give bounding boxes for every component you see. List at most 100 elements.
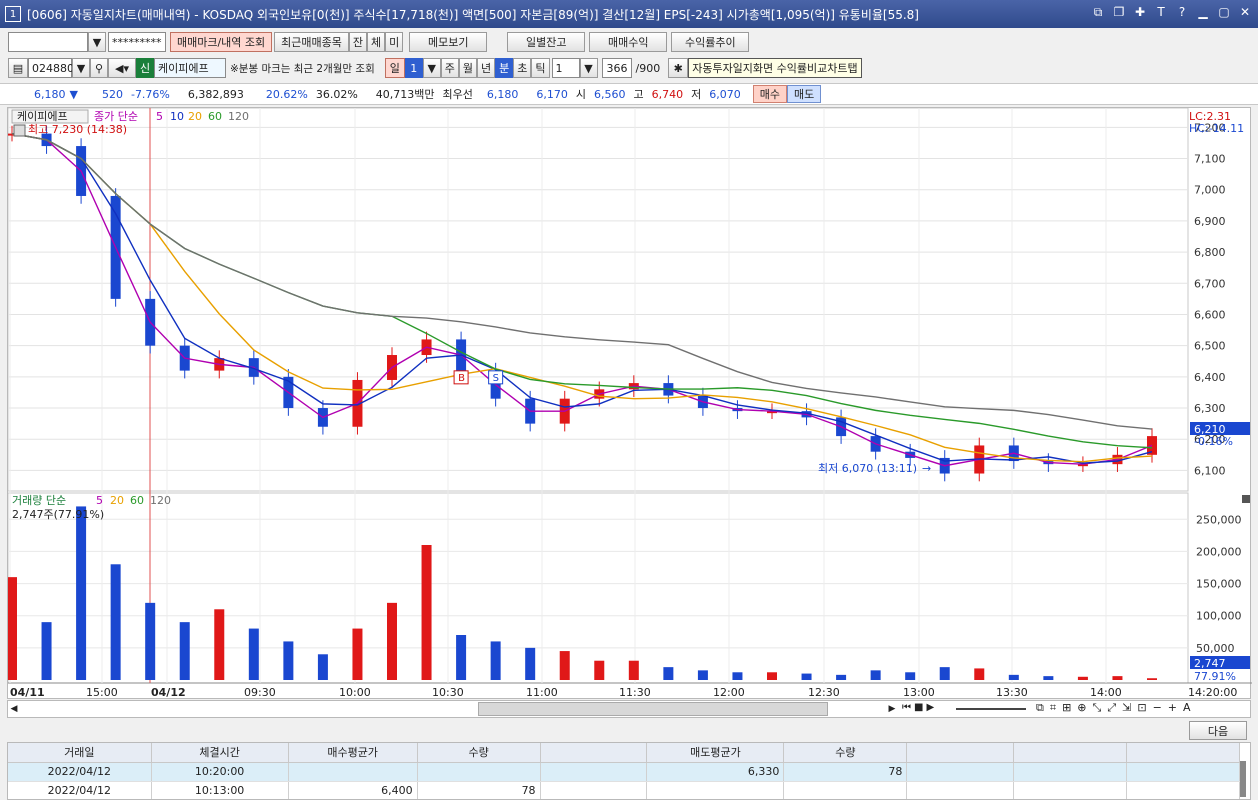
period-year-button[interactable]: 년: [477, 58, 496, 78]
buy-button[interactable]: 매수: [752, 85, 788, 103]
sell-button[interactable]: 매도: [787, 85, 822, 103]
time-tick-label: 15:00: [86, 686, 118, 699]
table-header-cell[interactable]: [906, 743, 1015, 763]
rewind-icon[interactable]: ⏮: [902, 702, 911, 713]
period-minute-button[interactable]: 분: [495, 58, 514, 78]
table-cell: [906, 781, 1015, 799]
time-tick-label: 13:00: [903, 686, 935, 699]
time-tick-label: 10:00: [339, 686, 371, 699]
time-tick-label: 14:20:00: [1188, 686, 1237, 699]
account-dropdown-arrow-icon[interactable]: ▼: [88, 32, 106, 52]
close-icon[interactable]: ✕: [1238, 5, 1252, 20]
tool-icon-5[interactable]: ⤡: [1093, 701, 1102, 715]
table-row[interactable]: 2022/04/12 10:13:00 6,400 78: [8, 781, 1240, 799]
period-day-count[interactable]: 1: [404, 58, 423, 78]
table-header-cell[interactable]: [540, 743, 648, 763]
trade-profit-button[interactable]: 매매수익: [589, 32, 668, 52]
play-icon[interactable]: ▶: [926, 702, 934, 713]
tool-icon-3[interactable]: ⊞: [1062, 701, 1071, 715]
speaker-icon[interactable]: ◀▾: [108, 58, 136, 78]
copy-icon[interactable]: ❐: [1112, 5, 1126, 20]
stock-code-field[interactable]: 024880: [28, 58, 74, 78]
compare-chart-icon[interactable]: ✱: [668, 58, 689, 78]
scroll-right-icon[interactable]: ▶: [886, 701, 898, 717]
zoom-out-icon[interactable]: −: [1153, 701, 1162, 715]
zoom-slider[interactable]: [956, 708, 1026, 710]
tool-icon-4[interactable]: ⊕: [1077, 701, 1086, 715]
volume-bar: [594, 660, 605, 680]
chart-scroll-toolbar: ◀ ▶ ⏮ ■ ▶ ⧉ ⌗ ⊞ ⊕ ⤡ ⤢ ⇲ ⊡ − + A: [7, 700, 1251, 718]
table-scrollbar[interactable]: [1240, 761, 1246, 797]
help-icon[interactable]: ?: [1175, 5, 1189, 20]
profit-trend-button[interactable]: 수익률추이: [671, 32, 750, 52]
table-header-cell[interactable]: [1013, 743, 1128, 763]
password-field[interactable]: *********: [108, 32, 166, 52]
maximize-icon[interactable]: ▢: [1217, 5, 1231, 20]
chart-settings-icon[interactable]: ▤: [8, 58, 28, 78]
time-tick-label: 09:30: [244, 686, 276, 699]
scroll-left-icon[interactable]: ◀: [8, 701, 20, 717]
candle-chart[interactable]: 7,2007,1007,0006,9006,8006,7006,6006,500…: [7, 107, 1252, 700]
table-header-cell[interactable]: 매도평균가: [646, 743, 785, 763]
code-dropdown-arrow-icon[interactable]: ▼: [72, 58, 90, 78]
next-button[interactable]: 다음: [1189, 721, 1247, 740]
font-size-icon[interactable]: T: [1154, 5, 1168, 20]
chart-panel[interactable]: 7,200 7,100 7,000 6,900 6,800 6,700 6,600 6,500…: [7, 107, 1252, 700]
ma-legend-period: 60: [208, 110, 222, 123]
zoom-in-icon[interactable]: +: [1168, 701, 1177, 715]
minimize-icon[interactable]: ▁: [1196, 5, 1210, 20]
table-header-cell[interactable]: 매수평균가: [288, 743, 418, 763]
table-header-cell[interactable]: 체결시간: [151, 743, 289, 763]
volume-bar: [76, 506, 87, 680]
unfilled-button[interactable]: 미: [385, 32, 404, 52]
period-second-button[interactable]: 초: [513, 58, 532, 78]
table-cell: [1013, 762, 1128, 782]
tool-icon-7[interactable]: ⇲: [1122, 701, 1131, 715]
period-week-button[interactable]: 주: [440, 58, 459, 78]
trade-history-table[interactable]: 거래일 체결시간 매수평균가 수량 매도평균가 수량 2022/04/12 10:20:00…: [7, 742, 1251, 800]
price-tick-label: 6,600: [1194, 308, 1226, 321]
period-day-button[interactable]: 일: [384, 58, 405, 78]
table-cell: [646, 781, 785, 799]
price-tick-label: 6,700: [1194, 277, 1226, 290]
period-month-button[interactable]: 월: [458, 58, 477, 78]
recent-traded-button[interactable]: 최근매매종목: [274, 32, 349, 52]
table-cell: 6,400: [288, 781, 418, 799]
daily-balance-button[interactable]: 일별잔고: [507, 32, 586, 52]
tool-icon-8[interactable]: ⊡: [1137, 701, 1146, 715]
buy-mark: B: [458, 373, 465, 384]
interval-field[interactable]: 1: [551, 58, 580, 78]
pin-icon[interactable]: ✚: [1133, 5, 1147, 20]
search-icon[interactable]: ⚲: [90, 58, 108, 78]
scroll-thumb[interactable]: [478, 702, 828, 716]
table-header: 거래일 체결시간 매수평균가 수량 매도평균가 수량: [8, 743, 1240, 763]
open-label: 시: [575, 88, 587, 101]
toolbar-link-icon[interactable]: ⧉: [1091, 5, 1105, 20]
table-row[interactable]: 2022/04/12 10:20:00 6,330 78: [8, 762, 1240, 782]
tool-icon-2[interactable]: ⌗: [1050, 701, 1056, 715]
table-header-cell[interactable]: 거래일: [8, 743, 152, 763]
period-tick-button[interactable]: 틱: [531, 58, 550, 78]
balance-button[interactable]: 잔: [348, 32, 368, 52]
table-header-cell[interactable]: 수량: [417, 743, 541, 763]
candle-count-field[interactable]: 366: [601, 58, 632, 78]
memo-view-button[interactable]: 메모보기: [409, 32, 488, 52]
turnover-rate: 20.62%: [265, 87, 308, 101]
table-cell: [1126, 781, 1240, 799]
volume-bar: [697, 670, 708, 680]
text-tool-icon[interactable]: A: [1183, 701, 1191, 715]
trade-mark-query-button[interactable]: 매매마크/내역 조회: [170, 32, 273, 52]
tool-icon-6[interactable]: ⤢: [1107, 701, 1116, 715]
period-dropdown-arrow-icon[interactable]: ▼: [422, 58, 441, 78]
tool-icon-1[interactable]: ⧉: [1036, 701, 1044, 715]
account-field[interactable]: [8, 32, 88, 52]
table-header-cell[interactable]: 수량: [783, 743, 908, 763]
interval-dropdown-arrow-icon[interactable]: ▼: [579, 58, 598, 78]
candle-count-max: /900: [635, 61, 661, 75]
volume-bar: [41, 622, 52, 680]
table-cell: 78: [783, 762, 908, 782]
playback-controls: ⏮ ■ ▶: [902, 702, 934, 713]
table-header-cell[interactable]: [1126, 743, 1240, 763]
executed-button[interactable]: 체: [367, 32, 386, 52]
stop-icon[interactable]: ■: [914, 702, 923, 713]
